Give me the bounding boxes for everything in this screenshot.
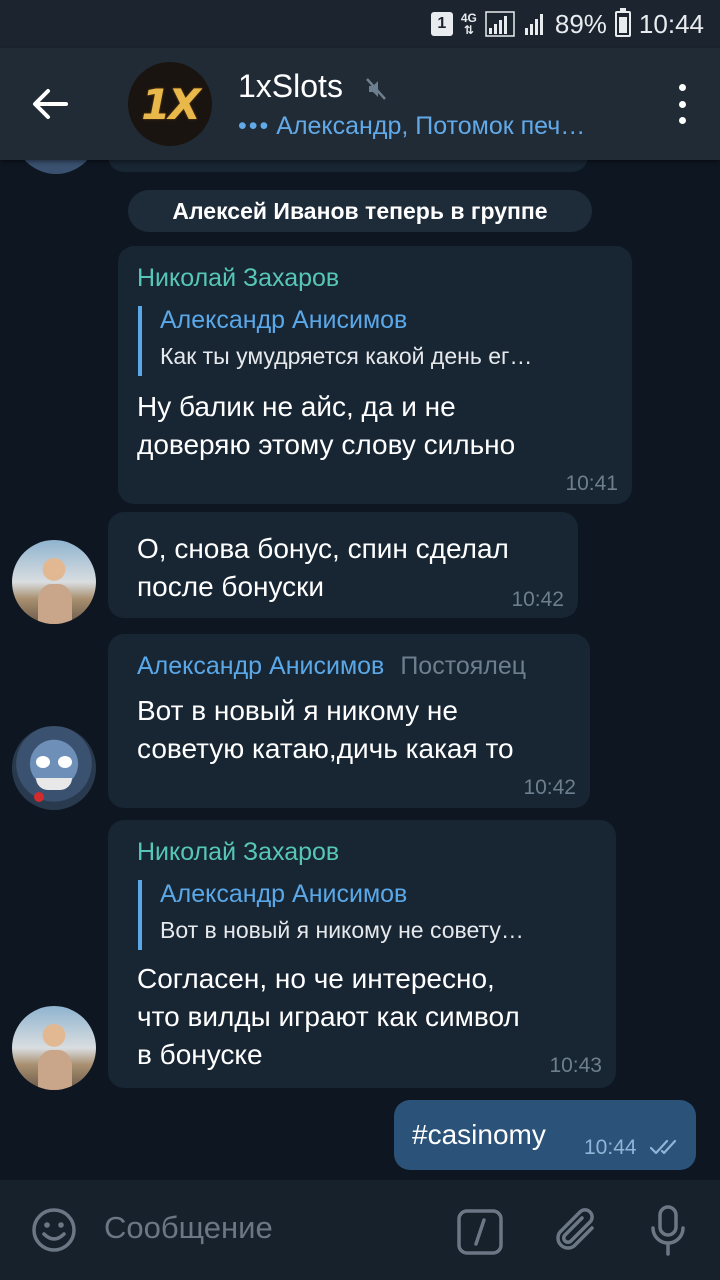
reply-quote[interactable]: Александр Анисимов Как ты умудряется как… (138, 306, 532, 376)
double-check-icon (650, 1139, 677, 1155)
avatar-detail (58, 756, 72, 768)
outgoing-message-bubble[interactable]: #casinomy 10:44 (394, 1100, 696, 1170)
avatar-detail (34, 792, 44, 802)
reply-quote[interactable]: Александр Анисимов Вот в новый я никому … (138, 880, 524, 950)
message-time: 10:42 (511, 588, 564, 611)
signal-icon-2 (524, 14, 543, 35)
group-avatar[interactable]: 1X (128, 62, 212, 146)
sender-name[interactable]: Александр Анисимов Постоялец (137, 652, 526, 681)
chat-title[interactable]: 1xSlots (238, 68, 343, 105)
message-text: Вот в новый я никому не советую катаю,ди… (137, 695, 514, 764)
member-tag: Постоялец (400, 652, 527, 680)
message-time: 10:41 (565, 472, 618, 495)
more-dot (678, 84, 686, 91)
message-bubble[interactable]: О, снова бонус, спин сделал после бонуск… (108, 512, 578, 618)
network-type-icon: 4G ⇅ (460, 11, 477, 37)
status-clock: 10:44 (638, 8, 704, 39)
sender-name[interactable]: Николай Захаров (137, 838, 339, 867)
network-type-label: 4G (460, 11, 477, 25)
more-dot (678, 100, 686, 108)
avatar-detail (36, 778, 72, 790)
sender-name[interactable]: Николай Захаров (137, 264, 339, 293)
status-bar: 1 4G ⇅ 89% 10:44 (0, 0, 720, 48)
reply-author: Александр Анисимов (160, 880, 408, 908)
back-button[interactable] (20, 74, 80, 134)
message-bubble[interactable]: Николай Захаров Александр Анисимов Вот в… (108, 820, 616, 1088)
paperclip-icon[interactable] (552, 1204, 602, 1258)
message-bubble[interactable]: Александр Анисимов Постоялец Вот в новый … (108, 634, 590, 808)
typing-dots: ••• (238, 112, 271, 140)
mute-icon (366, 78, 386, 100)
more-dot (678, 117, 686, 124)
message-bubble[interactable]: Николай Захаров Александр Анисимов Как т… (118, 246, 632, 504)
avatar[interactable] (12, 726, 96, 810)
emoji-icon[interactable] (30, 1206, 78, 1254)
avatar[interactable] (12, 1006, 96, 1090)
message-composer: Сообщение (0, 1180, 720, 1280)
reply-text: Как ты умудряется какой день ег… (160, 343, 533, 369)
bot-command-icon[interactable] (456, 1208, 504, 1256)
message-time: 10:42 (523, 776, 576, 799)
signal-icon (485, 11, 515, 37)
typing-status: ••• Александр, Потомок печ… (238, 112, 585, 141)
message-time: 10:43 (549, 1054, 602, 1077)
more-menu-button[interactable] (674, 84, 690, 124)
sender-name-text: Александр Анисимов (137, 652, 385, 680)
message-text: Согласен, но че интересно, что вилды игр… (137, 963, 520, 1070)
reply-text: Вот в новый я никому не совету… (160, 917, 524, 943)
message-text: О, снова бонус, спин сделал после бонуск… (137, 533, 509, 602)
avatar-detail (36, 756, 50, 768)
message-time: 10:44 (584, 1136, 637, 1159)
sim-slot-icon: 1 (430, 12, 453, 36)
message-text: #casinomy (412, 1119, 546, 1150)
avatar[interactable] (12, 540, 96, 624)
arrow-left-icon (33, 89, 68, 119)
typing-status-text: Александр, Потомок печ… (276, 112, 586, 140)
message-text: Ну балик не айс, да и не доверяю этому с… (137, 391, 516, 460)
service-message: Алексей Иванов теперь в группе (128, 190, 592, 232)
chat-header: 1X 1xSlots ••• Александр, Потомок печ… (0, 48, 720, 160)
message-input[interactable]: Сообщение (104, 1210, 273, 1246)
reply-author: Александр Анисимов (160, 306, 408, 334)
group-logo-text: 1X (141, 79, 201, 129)
battery-icon (614, 8, 631, 37)
microphone-icon[interactable] (650, 1204, 686, 1258)
battery-percent: 89% (554, 8, 607, 39)
